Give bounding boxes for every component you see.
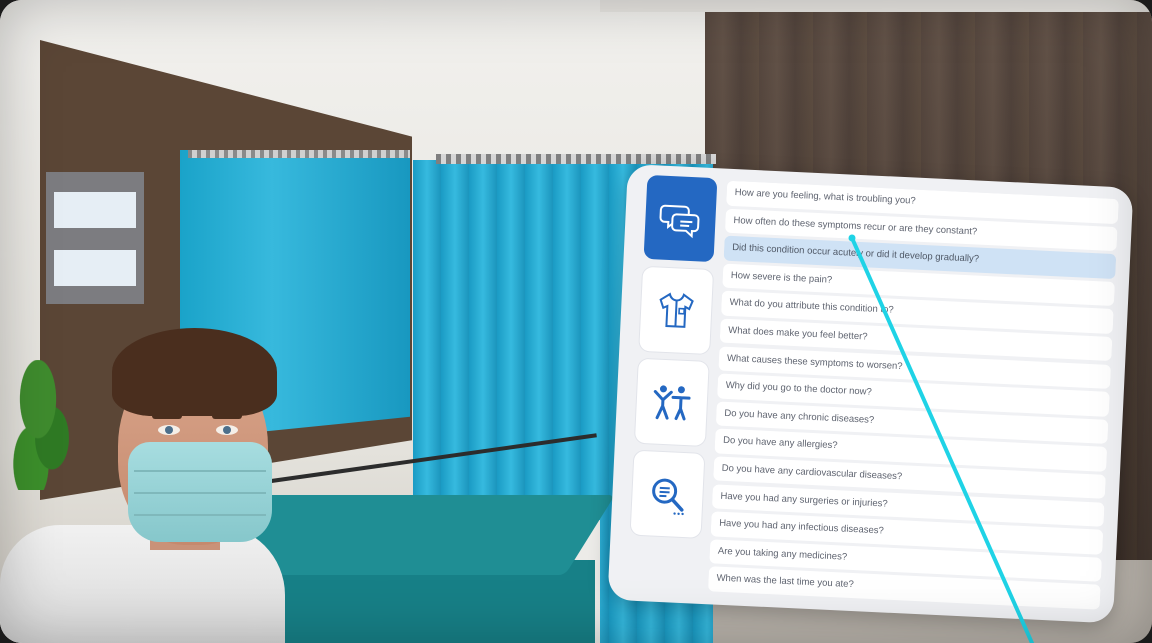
- mask-pleat: [134, 492, 266, 494]
- speech-bubbles-icon: [659, 204, 700, 239]
- tab-diagnostics[interactable]: [630, 450, 705, 538]
- mask-pleat: [134, 470, 266, 472]
- brochure-shelf: [54, 192, 136, 228]
- patient-eye: [216, 425, 238, 435]
- shirt-icon: [659, 292, 694, 328]
- category-tabs: [628, 174, 718, 588]
- curtain-rod: [436, 154, 716, 164]
- patient-brow: [212, 413, 242, 419]
- body-figures-icon: [653, 385, 691, 421]
- tab-conversation[interactable]: [643, 174, 718, 263]
- patient-shirt: [0, 525, 285, 643]
- magnifier-icon: [652, 478, 684, 516]
- patient-hair: [112, 328, 277, 416]
- question-list: How are you feeling, what is troubling y…: [707, 180, 1119, 619]
- brochure-shelf: [54, 250, 136, 286]
- question-panel: How are you feeling, what is troubling y…: [607, 164, 1134, 624]
- vr-scene: How are you feeling, what is troubling y…: [0, 0, 1152, 643]
- patient-eye: [158, 425, 180, 435]
- ceiling: [600, 0, 1152, 12]
- tab-physical-exam[interactable]: [634, 358, 709, 446]
- patient-avatar[interactable]: [0, 320, 300, 643]
- mirror-curtain-rod: [188, 150, 410, 158]
- tab-clothing[interactable]: [639, 266, 714, 355]
- mask-pleat: [134, 514, 266, 516]
- patient-brow: [152, 413, 182, 419]
